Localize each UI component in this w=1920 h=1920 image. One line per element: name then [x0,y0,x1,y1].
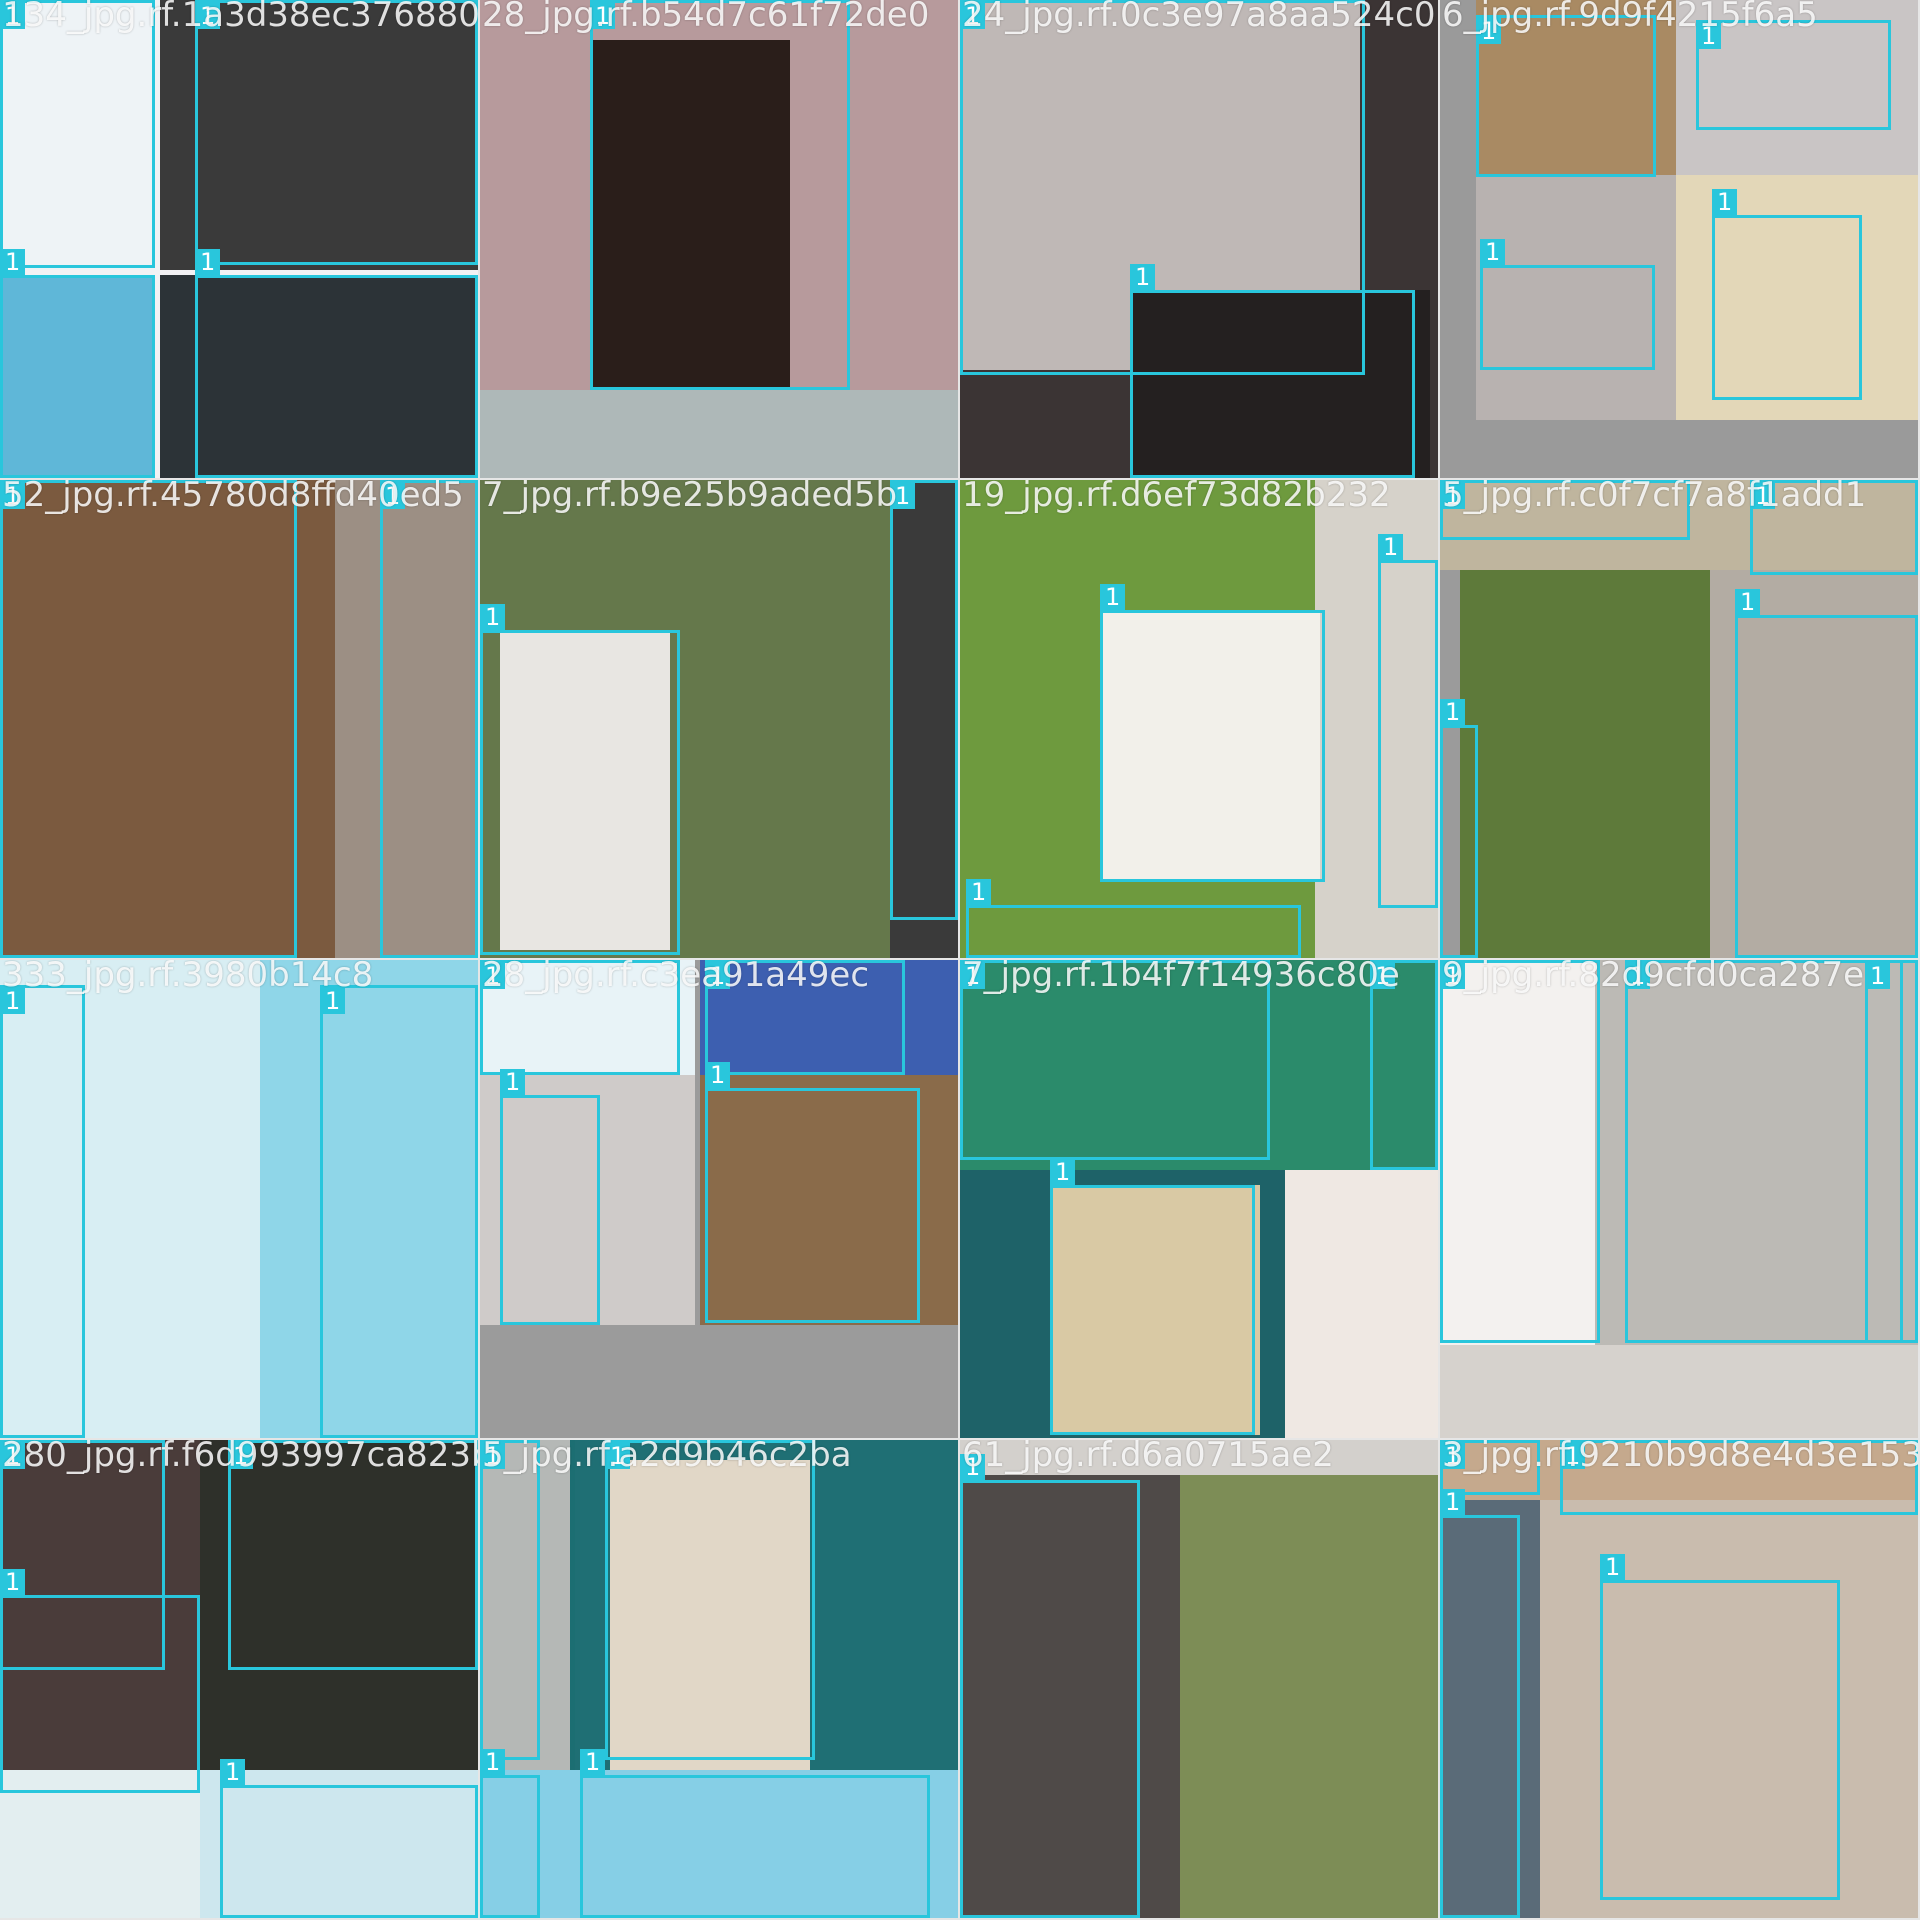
mosaic-tile: 1 1 1 1 6_jpg.rf.9d9f4215f6a5 [1440,0,1918,478]
bounding-box: 1 [890,480,958,920]
bounding-box: 1 [195,249,478,478]
tile-filename: 52_jpg.rf.45780d8ffd40ed5 [2,480,464,515]
bounding-box: 1 [705,1062,920,1323]
class-label: 1 [966,879,992,905]
class-label: 1 [480,1749,506,1775]
bounding-box: 1 [580,1749,930,1918]
tile-filename: 280_jpg.rf.f6d993997ca823b [2,1440,478,1475]
mosaic-tile: 1 1 7_jpg.rf.b9e25b9aded5b [480,480,958,958]
bounding-box: 1 [480,1749,540,1918]
class-label: 1 [0,249,26,275]
bounding-box: 1 [590,0,850,390]
mosaic-tile: 1 1 1 1 280_jpg.rf.f6d993997ca823b [0,1440,478,1918]
mosaic-tile: 1 1 1 7_jpg.rf.1b4f7f14936c80e [960,960,1438,1438]
bounding-box: 1 [1050,1159,1255,1435]
dog-photo-region [1285,1170,1438,1438]
dog-photo-region [1440,1345,1918,1438]
dog-photo-region [480,390,958,478]
bounding-box: 1 [1696,20,1891,130]
bounding-box: 1 [1130,264,1415,478]
bounding-box: 1 [380,480,478,958]
mosaic-tile: 1 1 1 19_jpg.rf.d6ef73d82b232 [960,480,1438,958]
class-label: 1 [1100,584,1126,610]
bounding-box: 1 [0,249,155,478]
mosaic-tile: 1 1 24_jpg.rf.0c3e97a8aa524c0 [960,0,1438,478]
bounding-box: 1 [500,1069,600,1325]
bounding-box: 1 [966,879,1301,958]
class-label: 1 [1735,589,1761,615]
mosaic-tile: 1 1 1 1 5_jpg.rf.c0f7cf7a8f1add1 [1440,480,1918,958]
bounding-box: 1 [1440,960,1600,1343]
bounding-box: 1 [0,1569,200,1793]
class-label: 1 [1600,1554,1626,1580]
class-label: 1 [1440,699,1466,725]
class-label: 1 [1865,963,1891,989]
image-mosaic: 1 1 1 1 134_jpg.rf.1a3d38ec3768802 1 28_jpg.rf… [0,0,1920,1920]
tile-filename: 24_jpg.rf.0c3e97a8aa524c0 [962,0,1436,35]
tile-filename: 134_jpg.rf.1a3d38ec3768802 [2,0,478,35]
mosaic-tile: 1 1 333_jpg.rf.3980b14c8 [0,960,478,1438]
tile-filename: 333_jpg.rf.3980b14c8 [2,960,374,995]
bounding-box: 1 [1440,1489,1520,1918]
mosaic-tile: 1 1 1 1 28_jpg.rf.c3ea91a49ec [480,960,958,1438]
bounding-box: 1 [0,985,85,1438]
mosaic-tile: 1 1 1 1 134_jpg.rf.1a3d38ec3768802 [0,0,478,478]
class-label: 1 [1050,1159,1076,1185]
bounding-box: 1 [1480,239,1655,370]
tile-filename: 5_jpg.rf.a2d9b46c2ba [482,1440,852,1475]
bounding-box: 1 [1735,589,1918,958]
mosaic-tile: 1 61_jpg.rf.d6a0715ae2 [960,1440,1438,1918]
mosaic-tile: 1 1 1 9_jpg.rf.82d9cfd0ca287e [1440,960,1918,1438]
mosaic-tile: 1 1 1 1 5_jpg.rf.a2d9b46c2ba [480,1440,958,1918]
bounding-box: 1 [1100,584,1325,882]
mosaic-tile: 1 28_jpg.rf.b54d7c61f72de0 [480,0,958,478]
tile-filename: 3_jpg.rf.9210b9d8e4d3e153f [1442,1440,1918,1475]
bounding-box: 1 [0,0,155,268]
class-label: 1 [1130,264,1156,290]
tile-filename: 9_jpg.rf.82d9cfd0ca287e [1442,960,1865,995]
tile-filename: 7_jpg.rf.1b4f7f14936c80e [962,960,1400,995]
mosaic-tile: 1 1 1 1 3_jpg.rf.9210b9d8e4d3e153f [1440,1440,1918,1918]
bounding-box: 1 [480,1440,540,1760]
class-label: 1 [580,1749,606,1775]
class-label: 1 [1712,189,1738,215]
dog-photo-region [1180,1440,1438,1918]
class-label: 1 [195,249,221,275]
tile-filename: 28_jpg.rf.b54d7c61f72de0 [482,0,930,35]
class-label: 1 [480,604,506,630]
mosaic-tile: 1 1 52_jpg.rf.45780d8ffd40ed5 [0,480,478,958]
tile-filename: 28_jpg.rf.c3ea91a49ec [482,960,870,995]
tile-filename: 5_jpg.rf.c0f7cf7a8f1add1 [1442,480,1867,515]
class-label: 1 [500,1069,526,1095]
bounding-box: 1 [1712,189,1862,400]
bounding-box: 1 [960,1454,1140,1918]
dog-photo-region [1460,570,1710,958]
bounding-box: 1 [1476,15,1656,177]
bounding-box: 1 [1378,534,1438,908]
bounding-box: 1 [1625,960,1903,1343]
class-label: 1 [0,1569,26,1595]
class-label: 1 [705,1062,731,1088]
bounding-box: 1 [195,0,478,265]
bounding-box: 1 [480,604,680,955]
bounding-box: 1 [1600,1554,1840,1900]
bounding-box: 1 [1440,699,1478,958]
bounding-box: 1 [1865,960,1918,1343]
bounding-box: 1 [220,1759,478,1918]
tile-filename: 6_jpg.rf.9d9f4215f6a5 [1442,0,1818,35]
tile-filename: 7_jpg.rf.b9e25b9aded5b [482,480,898,515]
tile-filename: 19_jpg.rf.d6ef73d82b232 [962,480,1391,515]
bounding-box: 1 [320,985,478,1438]
class-label: 1 [1480,239,1506,265]
class-label: 1 [220,1759,246,1785]
bounding-box: 1 [0,480,297,958]
tile-filename: 61_jpg.rf.d6a0715ae2 [962,1440,1334,1475]
class-label: 1 [1440,1489,1466,1515]
bounding-box: 1 [605,1440,815,1760]
class-label: 1 [1378,534,1404,560]
